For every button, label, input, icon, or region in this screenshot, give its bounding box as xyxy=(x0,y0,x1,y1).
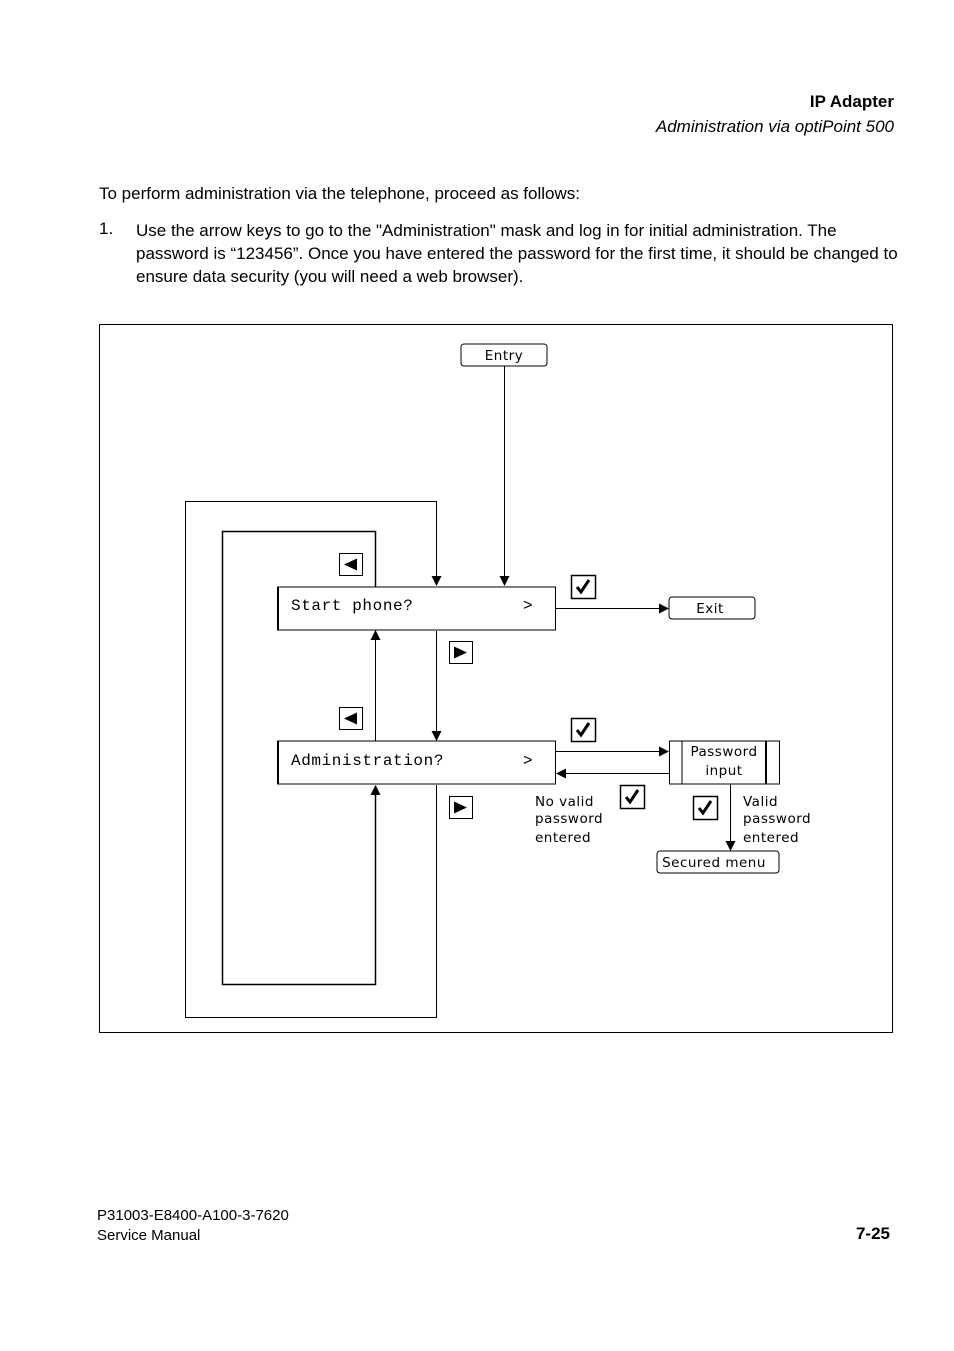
menu-flow-diagram: Entry Start phone? > Administration? > E… xyxy=(99,324,893,1033)
diagram-frame xyxy=(99,324,893,1033)
secured-menu-node: Secured menu xyxy=(656,850,780,874)
right-arrow-key-icon xyxy=(449,796,473,819)
administration-display: Administration? > xyxy=(277,740,556,785)
svg-text:No valid: No valid xyxy=(535,794,594,810)
secured-menu-label: Secured menu xyxy=(662,855,766,871)
svg-text:Valid: Valid xyxy=(743,794,778,810)
entry-node: Entry xyxy=(460,343,548,367)
checkmark-key-icon xyxy=(692,795,719,821)
no-valid-password-label: No valid password entered xyxy=(535,794,603,846)
password-input-node: Password input xyxy=(669,740,780,785)
valid-password-label: Valid password entered xyxy=(743,794,811,846)
svg-text:entered: entered xyxy=(535,830,591,846)
password-input-line1: Password xyxy=(690,744,757,760)
left-arrow-key-icon xyxy=(339,707,363,730)
administration-text: Administration? xyxy=(291,752,444,770)
right-arrow-key-icon xyxy=(449,641,473,664)
exit-label: Exit xyxy=(696,601,724,617)
left-arrow-key-icon xyxy=(339,553,363,576)
administration-arrow: > xyxy=(523,752,533,770)
entry-label: Entry xyxy=(485,348,523,364)
password-input-line2: input xyxy=(705,763,742,779)
start-phone-arrow: > xyxy=(523,597,533,615)
start-phone-display: Start phone? > xyxy=(277,586,556,631)
checkmark-key-icon xyxy=(570,574,597,600)
checkmark-key-icon xyxy=(570,717,597,743)
svg-text:password: password xyxy=(743,811,811,827)
footer-manual-name: Service Manual xyxy=(97,1227,201,1244)
start-phone-text: Start phone? xyxy=(291,597,413,615)
page-number: 7-25 xyxy=(855,1224,890,1243)
svg-text:entered: entered xyxy=(743,830,799,846)
checkmark-key-icon xyxy=(619,784,646,810)
exit-node: Exit xyxy=(668,596,756,620)
svg-text:password: password xyxy=(535,811,603,827)
footer-doc-number: P31003-E8400-A100-3-7620 xyxy=(97,1207,289,1224)
